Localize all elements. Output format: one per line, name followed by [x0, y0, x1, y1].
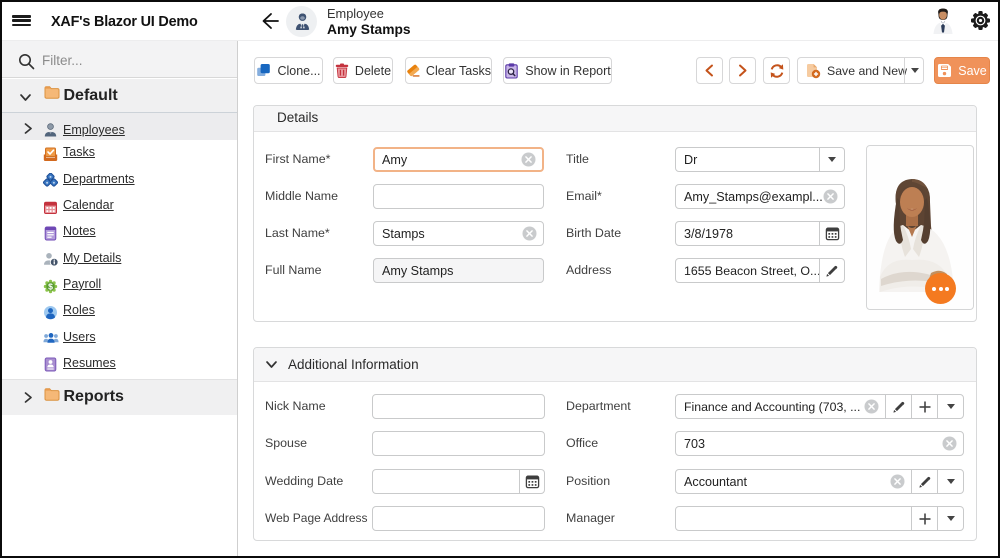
- svg-text:$: $: [48, 281, 53, 291]
